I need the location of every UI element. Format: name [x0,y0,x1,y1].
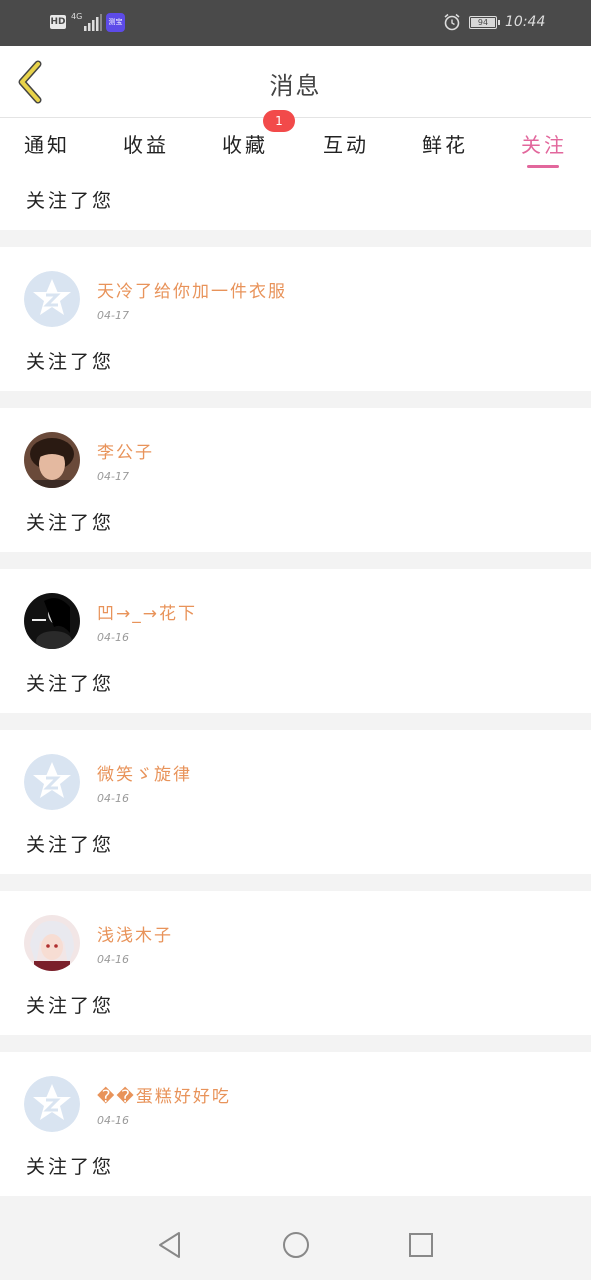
follow-message: 关注了您 [26,1156,115,1178]
list-item[interactable]: 凹→_→花下 04-16 关注了您 [0,569,591,713]
follow-message: 关注了您 [26,512,115,534]
active-tab-indicator [527,165,559,168]
list-item[interactable]: 微笑ゞ旋律 04-16 关注了您 [0,730,591,874]
follow-message: 关注了您 [26,995,115,1017]
nav-back-icon[interactable] [155,1230,185,1260]
tab-favorites[interactable]: 收藏 [222,129,268,158]
follow-date: 04-17 [97,470,129,483]
user-name[interactable]: ��蛋糕好好吃 [97,1082,231,1107]
follow-message: 关注了您 [26,673,115,695]
avatar[interactable] [24,593,80,649]
nav-home-icon[interactable] [281,1230,311,1260]
list-item[interactable]: 天冷了给你加一件衣服 04-17 关注了您 [0,247,591,391]
signal-icon [84,14,102,31]
avatar[interactable] [24,915,80,971]
tab-interactions[interactable]: 互动 [323,129,369,158]
nav-recents-icon[interactable] [406,1230,436,1260]
list-item[interactable]: ��蛋糕好好吃 04-16 关注了您 [0,1052,591,1196]
tab-bar: 通知 收益 收藏 互动 鲜花 关注 [0,118,591,172]
avatar[interactable] [24,432,80,488]
network-type: 4G [71,12,83,21]
user-name[interactable]: 微笑ゞ旋律 [97,760,192,785]
tab-following[interactable]: 关注 [521,129,567,158]
default-avatar-icon[interactable] [24,1076,80,1132]
battery-level: 94 [471,18,495,27]
default-avatar-icon[interactable] [24,271,80,327]
user-name[interactable]: 浅浅木子 [97,921,173,946]
follow-date: 04-17 [97,309,129,322]
default-avatar-icon[interactable] [24,754,80,810]
user-name[interactable]: 李公子 [97,438,154,463]
follow-message: 关注了您 [26,834,115,856]
tab-flowers[interactable]: 鲜花 [422,129,468,158]
status-bar: HD 4G 测宝 94 10:44 [0,0,591,46]
system-nav-bar [0,1210,591,1280]
follow-list[interactable]: 关注了您 天冷了给你加一件衣服 04-17 关注了您 李公子 04-17 关注了… [0,172,591,1210]
list-item[interactable]: 关注了您 [0,172,591,230]
list-item[interactable]: 李公子 04-17 关注了您 [0,408,591,552]
user-name[interactable]: 凹→_→花下 [97,599,197,624]
follow-date: 04-16 [97,792,129,805]
header: 消息 [0,46,591,118]
favorites-count-badge: 1 [263,110,295,132]
page-title: 消息 [269,72,322,100]
follow-date: 04-16 [97,631,129,644]
tab-notifications[interactable]: 通知 [24,129,70,158]
hd-icon: HD [50,15,66,29]
user-name[interactable]: 天冷了给你加一件衣服 [97,277,287,302]
follow-date: 04-16 [97,953,129,966]
follow-date: 04-16 [97,1114,129,1127]
follow-message: 关注了您 [26,190,115,212]
follow-message: 关注了您 [26,351,115,373]
clock: 10:44 [505,14,546,30]
tab-earnings[interactable]: 收益 [123,129,169,158]
alarm-icon [444,13,460,31]
app-notification-icon: 测宝 [106,13,125,32]
battery-icon: 94 [469,16,500,29]
list-item[interactable]: 浅浅木子 04-16 关注了您 [0,891,591,1035]
